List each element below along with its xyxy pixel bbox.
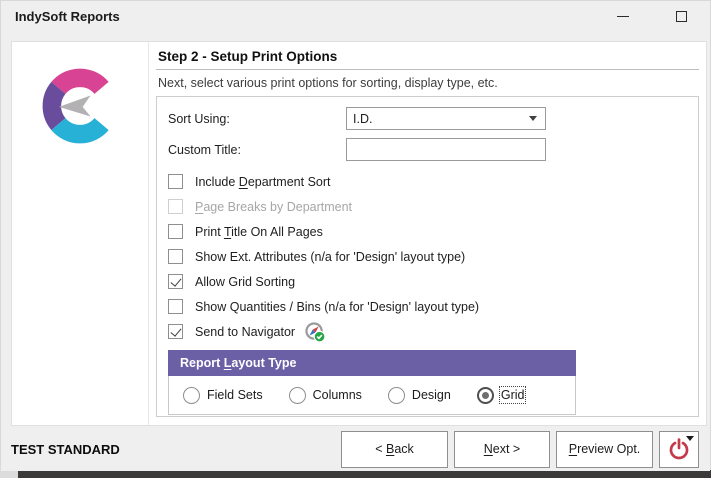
print-options-group: Sort Using: I.D. Custom Title: I (156, 96, 699, 417)
custom-title-row: Custom Title: (168, 137, 698, 162)
checkbox-box (168, 199, 183, 214)
window-controls (594, 1, 710, 31)
step-description: Next, select various print options for s… (158, 76, 699, 90)
radio-grid[interactable]: Grid (477, 387, 525, 404)
custom-title-input[interactable] (346, 138, 546, 161)
radio-label: Design (412, 388, 451, 402)
wizard-content: Step 2 - Setup Print Options Next, selec… (149, 42, 706, 425)
radio-label: Columns (313, 388, 362, 402)
checkbox-label: Include Department Sort (195, 175, 331, 189)
checkbox-box (168, 324, 183, 339)
radio-label: Field Sets (207, 388, 263, 402)
checkbox-include-department-sort[interactable]: Include Department Sort (168, 169, 698, 194)
checkbox-label: Show Ext. Attributes (n/a for 'Design' l… (195, 250, 465, 264)
options-checklist: Include Department Sort Page Breaks by D… (168, 169, 698, 344)
power-icon (667, 437, 691, 461)
custom-title-label: Custom Title: (168, 143, 346, 157)
checkbox-box (168, 299, 183, 314)
window-title: IndySoft Reports (15, 9, 120, 24)
radio-circle (388, 387, 405, 404)
maximize-icon (676, 11, 687, 22)
checkbox-show-ext-attributes[interactable]: Show Ext. Attributes (n/a for 'Design' l… (168, 244, 698, 269)
report-layout-type-header: Report Layout Type (168, 350, 576, 376)
checkbox-show-quantities-bins[interactable]: Show Quantities / Bins (n/a for 'Design'… (168, 294, 698, 319)
checkbox-box (168, 249, 183, 264)
report-layout-type-group: Report Layout Type Field Sets Columns (168, 350, 576, 415)
footer-bar: TEST STANDARD < Back Next > Preview Opt. (1, 427, 710, 471)
checkbox-label: Page Breaks by Department (195, 200, 352, 214)
checkbox-label: Send to Navigator (195, 325, 295, 339)
checkbox-box (168, 174, 183, 189)
indysoft-reports-window: IndySoft Reports Step 2 - (0, 0, 711, 478)
maximize-button[interactable] (652, 1, 710, 31)
checkbox-label: Print Title On All Pages (195, 225, 323, 239)
main-panel: Step 2 - Setup Print Options Next, selec… (11, 41, 707, 426)
desktop-background-strip (18, 470, 711, 478)
checkbox-allow-grid-sorting[interactable]: Allow Grid Sorting (168, 269, 698, 294)
radio-circle (477, 387, 494, 404)
power-dropdown-caret-icon (686, 436, 694, 441)
minimize-icon (617, 16, 629, 17)
radio-circle (289, 387, 306, 404)
power-button[interactable] (659, 431, 699, 468)
radio-design[interactable]: Design (388, 387, 451, 404)
minimize-button[interactable] (594, 1, 652, 31)
footer-buttons: < Back Next > Preview Opt. (341, 431, 699, 468)
radio-circle (183, 387, 200, 404)
checkbox-label: Allow Grid Sorting (195, 275, 295, 289)
navigator-compass-check-icon (304, 321, 326, 343)
checkbox-box (168, 224, 183, 239)
preview-button[interactable]: Preview Opt. (556, 431, 653, 468)
titlebar: IndySoft Reports (1, 1, 710, 31)
status-text: TEST STANDARD (11, 442, 120, 457)
radio-field-sets[interactable]: Field Sets (183, 387, 263, 404)
back-button[interactable]: < Back (341, 431, 448, 468)
radio-label: Grid (501, 388, 525, 402)
chevron-down-icon (529, 116, 537, 121)
checkbox-page-breaks-by-department[interactable]: Page Breaks by Department (168, 194, 698, 219)
checkbox-box (168, 274, 183, 289)
sidebar (12, 42, 149, 425)
checkbox-send-to-navigator[interactable]: Send to Navigator (168, 319, 698, 344)
sort-using-value: I.D. (353, 112, 372, 126)
dialog-chrome: IndySoft Reports Step 2 - (0, 0, 711, 471)
report-layout-options: Field Sets Columns Design (168, 376, 576, 415)
sort-using-row: Sort Using: I.D. (168, 106, 698, 131)
step-title: Step 2 - Setup Print Options (156, 46, 699, 70)
radio-columns[interactable]: Columns (289, 387, 362, 404)
checkbox-print-title-all-pages[interactable]: Print Title On All Pages (168, 219, 698, 244)
sort-using-label: Sort Using: (168, 112, 346, 126)
checkbox-label: Show Quantities / Bins (n/a for 'Design'… (195, 300, 479, 314)
next-button[interactable]: Next > (454, 431, 550, 468)
sort-using-dropdown[interactable]: I.D. (346, 107, 546, 130)
indysoft-logo-icon (36, 62, 124, 150)
